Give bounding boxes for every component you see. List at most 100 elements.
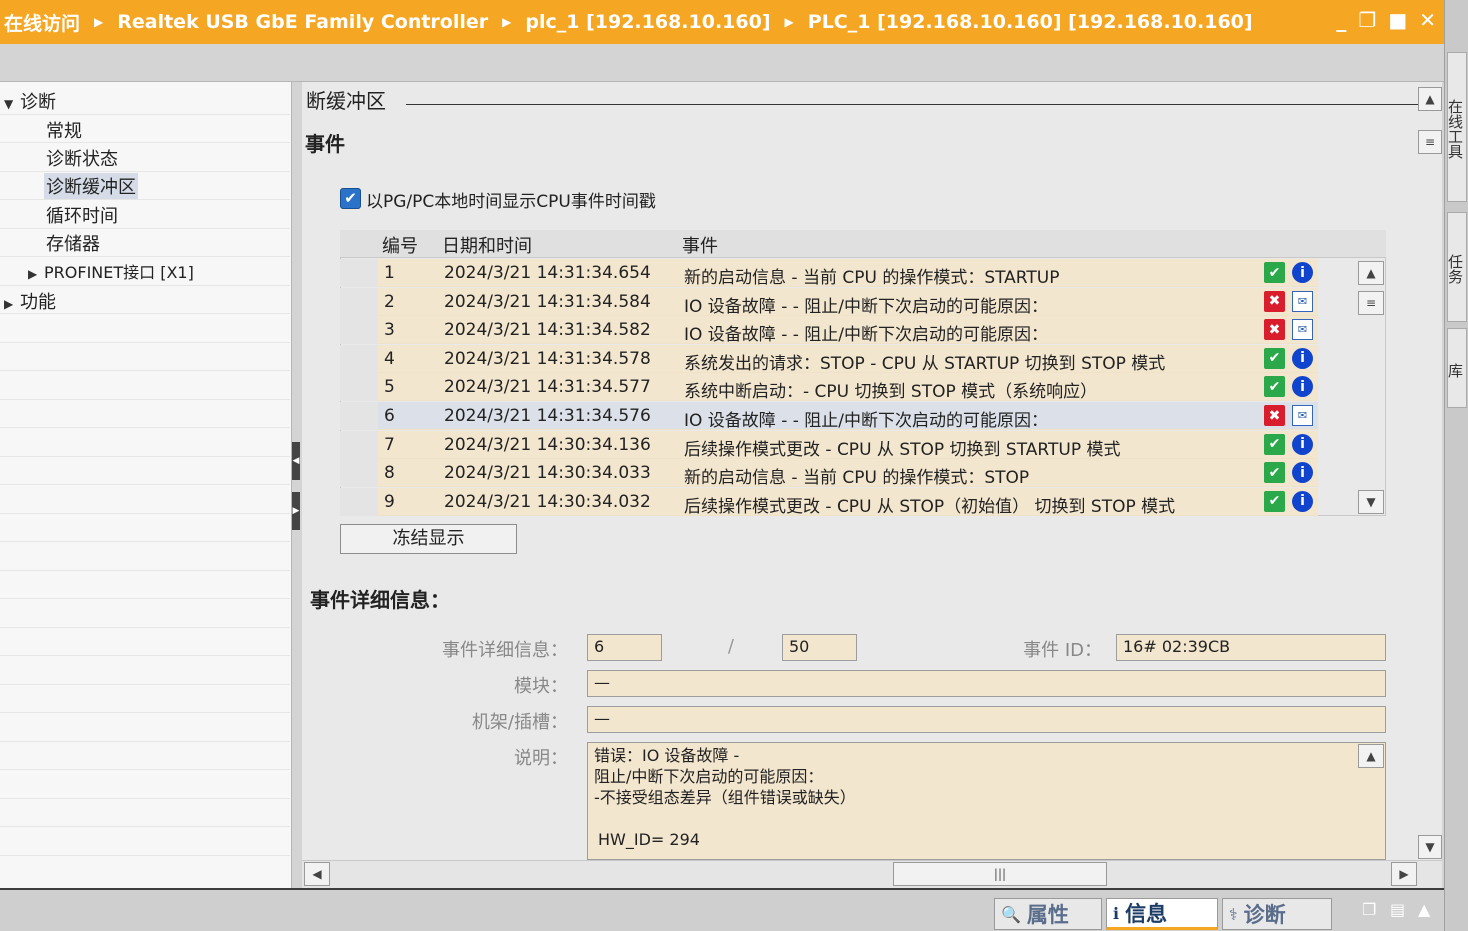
navigation-tree: ▼ 诊断 常规 诊断状态 诊断缓冲区 循环时间 存储器 ▶ PROFINET接口 […: [0, 82, 292, 888]
detail-info-label: 事件详细信息：: [442, 640, 568, 661]
tree-item-memory[interactable]: 存储器: [46, 230, 100, 256]
diagnostic-buffer-panel: 断缓冲区 事件 ✔ 以PG/PC本地时间显示CPU事件时间戳 编号 日期和时间 …: [302, 82, 1442, 860]
event-number: 5: [384, 377, 395, 398]
message-icon: ✉: [1292, 405, 1313, 426]
panel-scroll-thumb-icon[interactable]: ≡: [1418, 130, 1442, 154]
table-row[interactable]: 5 2024/3/21 14:31:34.577 系统中断启动：- CPU 切换到 …: [340, 373, 1318, 402]
freeze-display-button[interactable]: 冻结显示: [340, 524, 517, 554]
scroll-right-icon[interactable]: ▶: [1391, 862, 1417, 886]
timestamp-checkbox-label: 以PG/PC本地时间显示CPU事件时间戳: [366, 192, 656, 212]
info-icon: i: [1292, 462, 1313, 484]
collapse-triangle-icon[interactable]: ▼: [4, 97, 20, 111]
scroll-left-icon[interactable]: ◀: [304, 862, 330, 886]
table-row[interactable]: 9 2024/3/21 14:30:34.032 后续操作模式更改 - CPU 从 …: [340, 487, 1318, 517]
event-datetime: 2024/3/21 14:31:34.577: [444, 377, 651, 398]
maximize-button[interactable]: ■: [1388, 8, 1407, 32]
expand-triangle-icon[interactable]: ▶: [28, 267, 44, 281]
module-field: —: [587, 670, 1386, 697]
collapse-left-icon[interactable]: ◀: [292, 442, 300, 480]
checkmark-icon: ✔: [1264, 347, 1285, 369]
table-row[interactable]: 2 2024/3/21 14:31:34.584 IO 设备故障 - - 阻止/中断…: [340, 287, 1318, 317]
table-row[interactable]: 7 2024/3/21 14:30:34.136 后续操作模式更改 - CPU 从 …: [340, 430, 1318, 460]
table-scroll-thumb-icon[interactable]: ≡: [1358, 291, 1384, 315]
expand-right-icon[interactable]: ▶: [292, 492, 300, 530]
breadcrumb-separator-icon: ▶: [784, 15, 794, 29]
properties-icon: 🔍: [1001, 904, 1021, 924]
tree-item-diagnostic-status[interactable]: 诊断状态: [46, 145, 118, 171]
tab-info[interactable]: ℹ 信息: [1106, 898, 1218, 930]
panel-splitter[interactable]: ◀ ▶: [292, 82, 302, 888]
breadcrumb-adapter[interactable]: Realtek USB GbE Family Controller: [113, 11, 492, 33]
checkmark-icon: ✔: [1264, 262, 1285, 283]
timestamp-checkbox[interactable]: ✔: [340, 188, 361, 209]
event-number: 3: [384, 320, 395, 341]
event-id-label: 事件 ID：: [1023, 640, 1102, 661]
tab-diagnostics[interactable]: ⚕ 诊断: [1222, 898, 1332, 930]
breadcrumb-online-access[interactable]: 在线访问: [0, 9, 84, 36]
event-datetime: 2024/3/21 14:31:34.582: [444, 320, 651, 341]
description-field: 错误：IO 设备故障 - 阻止/中断下次启动的可能原因： -不接受组态差异（组件…: [587, 742, 1386, 860]
module-label: 模块：: [514, 676, 568, 697]
checkmark-icon: ✔: [1264, 433, 1285, 455]
event-text: 后续操作模式更改 - CPU 从 STOP（初始值） 切换到 STOP 模式: [684, 496, 1176, 517]
restore-button[interactable]: ❐: [1358, 8, 1376, 32]
table-row[interactable]: 4 2024/3/21 14:31:34.578 系统发出的请求：STOP - CP…: [340, 344, 1318, 374]
tree-node-profinet[interactable]: ▶ PROFINET接口 [X1]: [28, 259, 194, 283]
event-datetime: 2024/3/21 14:31:34.584: [444, 291, 651, 312]
horizontal-scrollbar[interactable]: ◀ ||| ▶: [302, 860, 1442, 888]
tree-item-general[interactable]: 常规: [46, 117, 82, 143]
event-id-field: 16# 02:39CB: [1116, 634, 1386, 661]
tab-libraries[interactable]: 库: [1446, 328, 1467, 408]
expand-triangle-icon[interactable]: ▶: [4, 297, 20, 311]
panel-scroll-down-icon[interactable]: ▼: [1418, 835, 1442, 859]
detail-heading: 事件详细信息：: [310, 588, 450, 612]
breadcrumb-plc[interactable]: PLC_1 [192.168.10.160] [192.168.10.160]: [804, 11, 1257, 33]
table-row[interactable]: 6 2024/3/21 14:31:34.576 IO 设备故障 - - 阻止/中断…: [340, 402, 1318, 431]
info-icon: i: [1292, 347, 1313, 369]
table-scroll-up-icon[interactable]: ▲: [1358, 261, 1384, 285]
column-header-datetime[interactable]: 日期和时间: [442, 232, 532, 258]
close-button[interactable]: ✕: [1419, 8, 1436, 32]
events-table-header: 编号 日期和时间 事件: [340, 230, 1386, 258]
table-row[interactable]: 8 2024/3/21 14:30:34.033 新的启动信息 - 当前 CPU 的…: [340, 459, 1318, 488]
event-number: 9: [384, 491, 395, 512]
event-text: IO 设备故障 - - 阻止/中断下次启动的可能原因：: [684, 325, 1049, 346]
tab-tasks[interactable]: 任务: [1446, 212, 1467, 322]
tab-properties[interactable]: 🔍 属性: [994, 898, 1102, 930]
title-bar: 在线访问 ▶ Realtek USB GbE Family Controller…: [0, 0, 1444, 44]
window-layout-icon[interactable]: ▤: [1390, 900, 1405, 919]
event-datetime: 2024/3/21 14:31:34.578: [444, 348, 651, 369]
detail-total-field: 50: [782, 634, 857, 661]
table-row[interactable]: 3 2024/3/21 14:31:34.582 IO 设备故障 - - 阻止/中断…: [340, 316, 1318, 346]
minimize-button[interactable]: _: [1336, 8, 1346, 32]
column-header-event[interactable]: 事件: [682, 232, 718, 258]
tab-online-tools[interactable]: 在线工具: [1446, 52, 1467, 202]
info-icon: i: [1292, 376, 1313, 398]
collapse-up-icon[interactable]: ▲: [1418, 900, 1430, 919]
breadcrumb-separator-icon: ▶: [94, 15, 104, 29]
row-header: [340, 259, 378, 287]
tree-node-diagnostics[interactable]: ▼ 诊断: [4, 88, 56, 114]
tree-item-diagnostic-buffer[interactable]: 诊断缓冲区: [44, 173, 138, 199]
description-line: HW_ID= 294: [598, 830, 700, 849]
event-text: 系统发出的请求：STOP - CPU 从 STARTUP 切换到 STOP 模式: [684, 353, 1166, 374]
error-icon: ✖: [1264, 319, 1285, 341]
panel-scroll-up-icon[interactable]: ▲: [1418, 87, 1442, 111]
toolbar: [0, 44, 1444, 82]
event-number: 2: [384, 291, 395, 312]
tree-node-functions[interactable]: ▶ 功能: [4, 288, 56, 314]
description-line: [594, 808, 1379, 829]
description-scroll-up-icon[interactable]: ▲: [1358, 744, 1384, 768]
column-header-number[interactable]: 编号: [382, 232, 418, 258]
section-title: 断缓冲区: [306, 89, 386, 113]
event-datetime: 2024/3/21 14:30:34.032: [444, 491, 651, 512]
window-restore-icon[interactable]: ❐: [1362, 900, 1376, 919]
table-scroll-down-icon[interactable]: ▼: [1358, 490, 1384, 514]
table-row[interactable]: 1 2024/3/21 14:31:34.654 新的启动信息 - 当前 CPU 的…: [340, 259, 1318, 288]
breadcrumb-device[interactable]: plc_1 [192.168.10.160]: [521, 11, 774, 33]
tree-item-cycle-time[interactable]: 循环时间: [46, 202, 118, 228]
event-text: 新的启动信息 - 当前 CPU 的操作模式：STARTUP: [684, 268, 1060, 288]
inspector-tab-bar: 🔍 属性 ℹ 信息 ⚕ 诊断 ❐ ▤ ▲: [0, 888, 1444, 931]
scroll-thumb[interactable]: |||: [893, 862, 1107, 886]
row-header: [340, 430, 378, 459]
